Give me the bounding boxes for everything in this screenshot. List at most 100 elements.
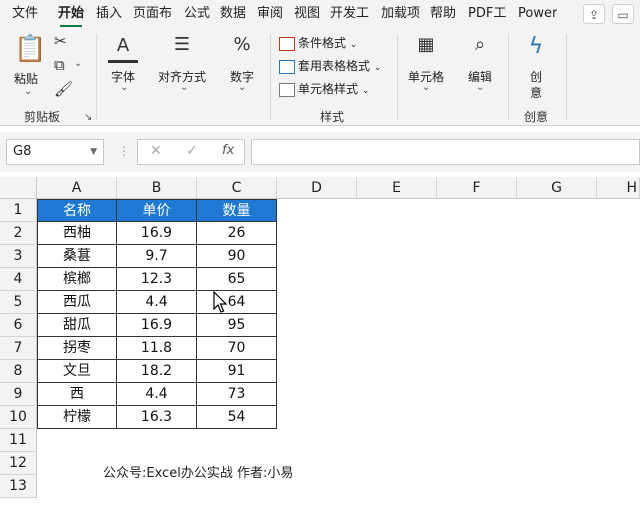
tab-developer[interactable]: 开发工: [330, 0, 374, 28]
conditional-format-button[interactable]: 条件格式 ⌄: [279, 34, 357, 52]
table-cell[interactable]: 16.3: [117, 406, 197, 429]
create-button-line2[interactable]: 意: [526, 84, 546, 101]
table-cell[interactable]: 70: [197, 337, 277, 360]
row-header[interactable]: 6: [0, 314, 37, 337]
tab-power[interactable]: Power: [518, 0, 557, 28]
copy-icon[interactable]: ⧉: [54, 56, 65, 74]
table-cell[interactable]: 16.9: [117, 314, 197, 337]
cell-styles-button[interactable]: 单元格样式 ⌄: [279, 80, 369, 98]
row-header[interactable]: 9: [0, 383, 37, 406]
tab-help[interactable]: 帮助: [430, 0, 456, 28]
row-header[interactable]: 1: [0, 199, 37, 222]
cancel-icon[interactable]: ✕: [150, 143, 162, 159]
table-header-cell[interactable]: 单价: [117, 199, 197, 222]
cells-dropdown-icon[interactable]: ⌄: [422, 82, 430, 93]
row-header[interactable]: 10: [0, 406, 37, 429]
font-icon[interactable]: A: [108, 34, 138, 63]
search-icon[interactable]: ⌕: [466, 34, 494, 55]
tab-page-layout[interactable]: 页面布: [133, 0, 177, 28]
row-header[interactable]: 12: [0, 452, 37, 475]
table-cell[interactable]: 9.7: [117, 245, 197, 268]
number-dropdown-icon[interactable]: ⌄: [238, 82, 246, 93]
row-header[interactable]: 13: [0, 475, 37, 498]
table-cell[interactable]: 16.9: [117, 222, 197, 245]
table-cell[interactable]: 槟榔: [37, 268, 117, 291]
column-header[interactable]: E: [357, 177, 437, 199]
tab-file[interactable]: 文件: [12, 0, 38, 28]
ribbon-tab-bar: 文件 开始 插入 页面布 公式 数据 审阅 视图 开发工 加载项 帮助 PDF工…: [0, 0, 640, 28]
enter-icon[interactable]: ✓: [186, 143, 198, 159]
table-cell[interactable]: 26: [197, 222, 277, 245]
more-options-icon[interactable]: ⋮: [118, 144, 130, 158]
tab-home[interactable]: 开始: [58, 0, 84, 28]
column-header[interactable]: D: [277, 177, 357, 199]
table-cell[interactable]: 桑葚: [37, 245, 117, 268]
table-cell[interactable]: 64: [197, 291, 277, 314]
tab-view[interactable]: 视图: [294, 0, 320, 28]
comments-icon[interactable]: ▭: [612, 4, 634, 24]
row-header[interactable]: 7: [0, 337, 37, 360]
alignment-dropdown-icon[interactable]: ⌄: [180, 82, 188, 93]
cut-icon[interactable]: ✂: [54, 32, 67, 50]
name-box[interactable]: G8 ▼: [6, 139, 104, 165]
create-button-line1[interactable]: 创: [526, 68, 546, 85]
cells-icon[interactable]: ▦: [412, 34, 440, 55]
table-cell[interactable]: 54: [197, 406, 277, 429]
tab-insert[interactable]: 插入: [96, 0, 122, 28]
table-cell[interactable]: 65: [197, 268, 277, 291]
table-cell[interactable]: 18.2: [117, 360, 197, 383]
table-cell[interactable]: 柠檬: [37, 406, 117, 429]
tab-formulas[interactable]: 公式: [184, 0, 210, 28]
table-header-cell[interactable]: 名称: [37, 199, 117, 222]
column-header[interactable]: C: [197, 177, 277, 199]
insert-function-icon[interactable]: fx: [222, 143, 234, 158]
lightning-icon[interactable]: ϟ: [522, 34, 550, 59]
worksheet-grid[interactable]: A B C D E F G H 1 2 3 4 5 6 7 8 9 10 11 …: [0, 177, 640, 506]
paste-dropdown-icon[interactable]: ⌄: [24, 86, 32, 97]
row-header[interactable]: 4: [0, 268, 37, 291]
row-header[interactable]: 5: [0, 291, 37, 314]
column-header[interactable]: H: [597, 177, 640, 199]
table-cell[interactable]: 拐枣: [37, 337, 117, 360]
copy-dropdown-icon[interactable]: ⌄: [74, 58, 82, 69]
table-cell[interactable]: 西: [37, 383, 117, 406]
table-cell[interactable]: 11.8: [117, 337, 197, 360]
tab-review[interactable]: 审阅: [257, 0, 283, 28]
table-cell[interactable]: 4.4: [117, 383, 197, 406]
paste-button[interactable]: 粘贴: [14, 70, 38, 87]
table-cell[interactable]: 西柚: [37, 222, 117, 245]
row-header[interactable]: 8: [0, 360, 37, 383]
table-cell[interactable]: 文旦: [37, 360, 117, 383]
format-as-table-button[interactable]: 套用表格格式 ⌄: [279, 57, 381, 75]
table-cell[interactable]: 90: [197, 245, 277, 268]
table-cell[interactable]: 西瓜: [37, 291, 117, 314]
tab-pdf[interactable]: PDF工: [468, 0, 512, 28]
percent-icon[interactable]: %: [228, 34, 256, 55]
row-header[interactable]: 11: [0, 429, 37, 452]
format-painter-icon[interactable]: 🖌: [54, 80, 73, 98]
clipboard-launcher-icon[interactable]: ↘: [84, 112, 92, 123]
font-dropdown-icon[interactable]: ⌄: [120, 82, 128, 93]
tab-addins[interactable]: 加载项: [381, 0, 420, 28]
align-icon[interactable]: ☰: [168, 34, 196, 55]
column-header[interactable]: F: [437, 177, 517, 199]
row-header[interactable]: 2: [0, 222, 37, 245]
column-header[interactable]: G: [517, 177, 597, 199]
editing-dropdown-icon[interactable]: ⌄: [476, 82, 484, 93]
name-box-dropdown-icon[interactable]: ▼: [90, 140, 97, 164]
table-cell[interactable]: 4.4: [117, 291, 197, 314]
table-cell[interactable]: 甜瓜: [37, 314, 117, 337]
row-header[interactable]: 3: [0, 245, 37, 268]
share-icon[interactable]: ⇪: [583, 4, 605, 24]
tab-data[interactable]: 数据: [220, 0, 246, 28]
table-cell[interactable]: 12.3: [117, 268, 197, 291]
table-cell[interactable]: 95: [197, 314, 277, 337]
column-header[interactable]: A: [37, 177, 117, 199]
table-header-cell[interactable]: 数量: [197, 199, 277, 222]
select-all-corner[interactable]: [0, 177, 37, 199]
table-cell[interactable]: 73: [197, 383, 277, 406]
table-cell[interactable]: 91: [197, 360, 277, 383]
formula-input[interactable]: [251, 139, 640, 165]
paste-icon[interactable]: 📋: [14, 34, 46, 64]
column-header[interactable]: B: [117, 177, 197, 199]
